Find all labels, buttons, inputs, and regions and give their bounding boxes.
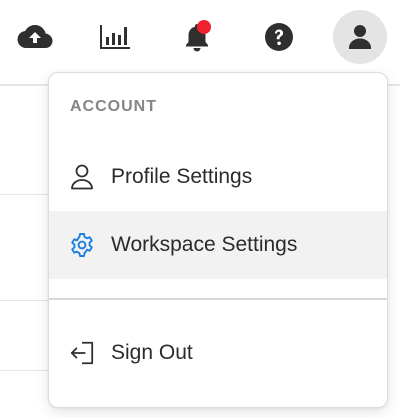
analytics-button[interactable] (88, 10, 142, 64)
gear-icon (69, 232, 95, 258)
menu-item-label: Profile Settings (111, 165, 253, 188)
profile-settings-item[interactable]: Profile Settings (49, 143, 387, 211)
menu-item-label: Sign Out (111, 341, 193, 364)
bar-chart-icon (100, 25, 130, 49)
menu-item-label: Workspace Settings (111, 233, 298, 256)
upload-button[interactable] (8, 10, 62, 64)
menu-divider (49, 298, 387, 300)
workspace-settings-item[interactable]: Workspace Settings (49, 211, 387, 279)
user-outline-icon (69, 164, 95, 190)
cloud-upload-icon (17, 25, 53, 48)
help-button[interactable] (252, 10, 306, 64)
menu-section-label: ACCOUNT (70, 98, 157, 115)
account-dropdown-menu: ACCOUNT Profile Settings Workspace Setti… (48, 72, 388, 408)
notifications-button[interactable] (170, 10, 224, 64)
account-menu-button[interactable] (333, 10, 387, 64)
sign-out-icon (69, 340, 95, 366)
help-icon (265, 23, 293, 51)
notification-badge (197, 20, 211, 34)
user-icon (349, 25, 371, 49)
app-page: ACCOUNT Profile Settings Workspace Setti… (0, 0, 400, 418)
sign-out-item[interactable]: Sign Out (49, 319, 387, 387)
